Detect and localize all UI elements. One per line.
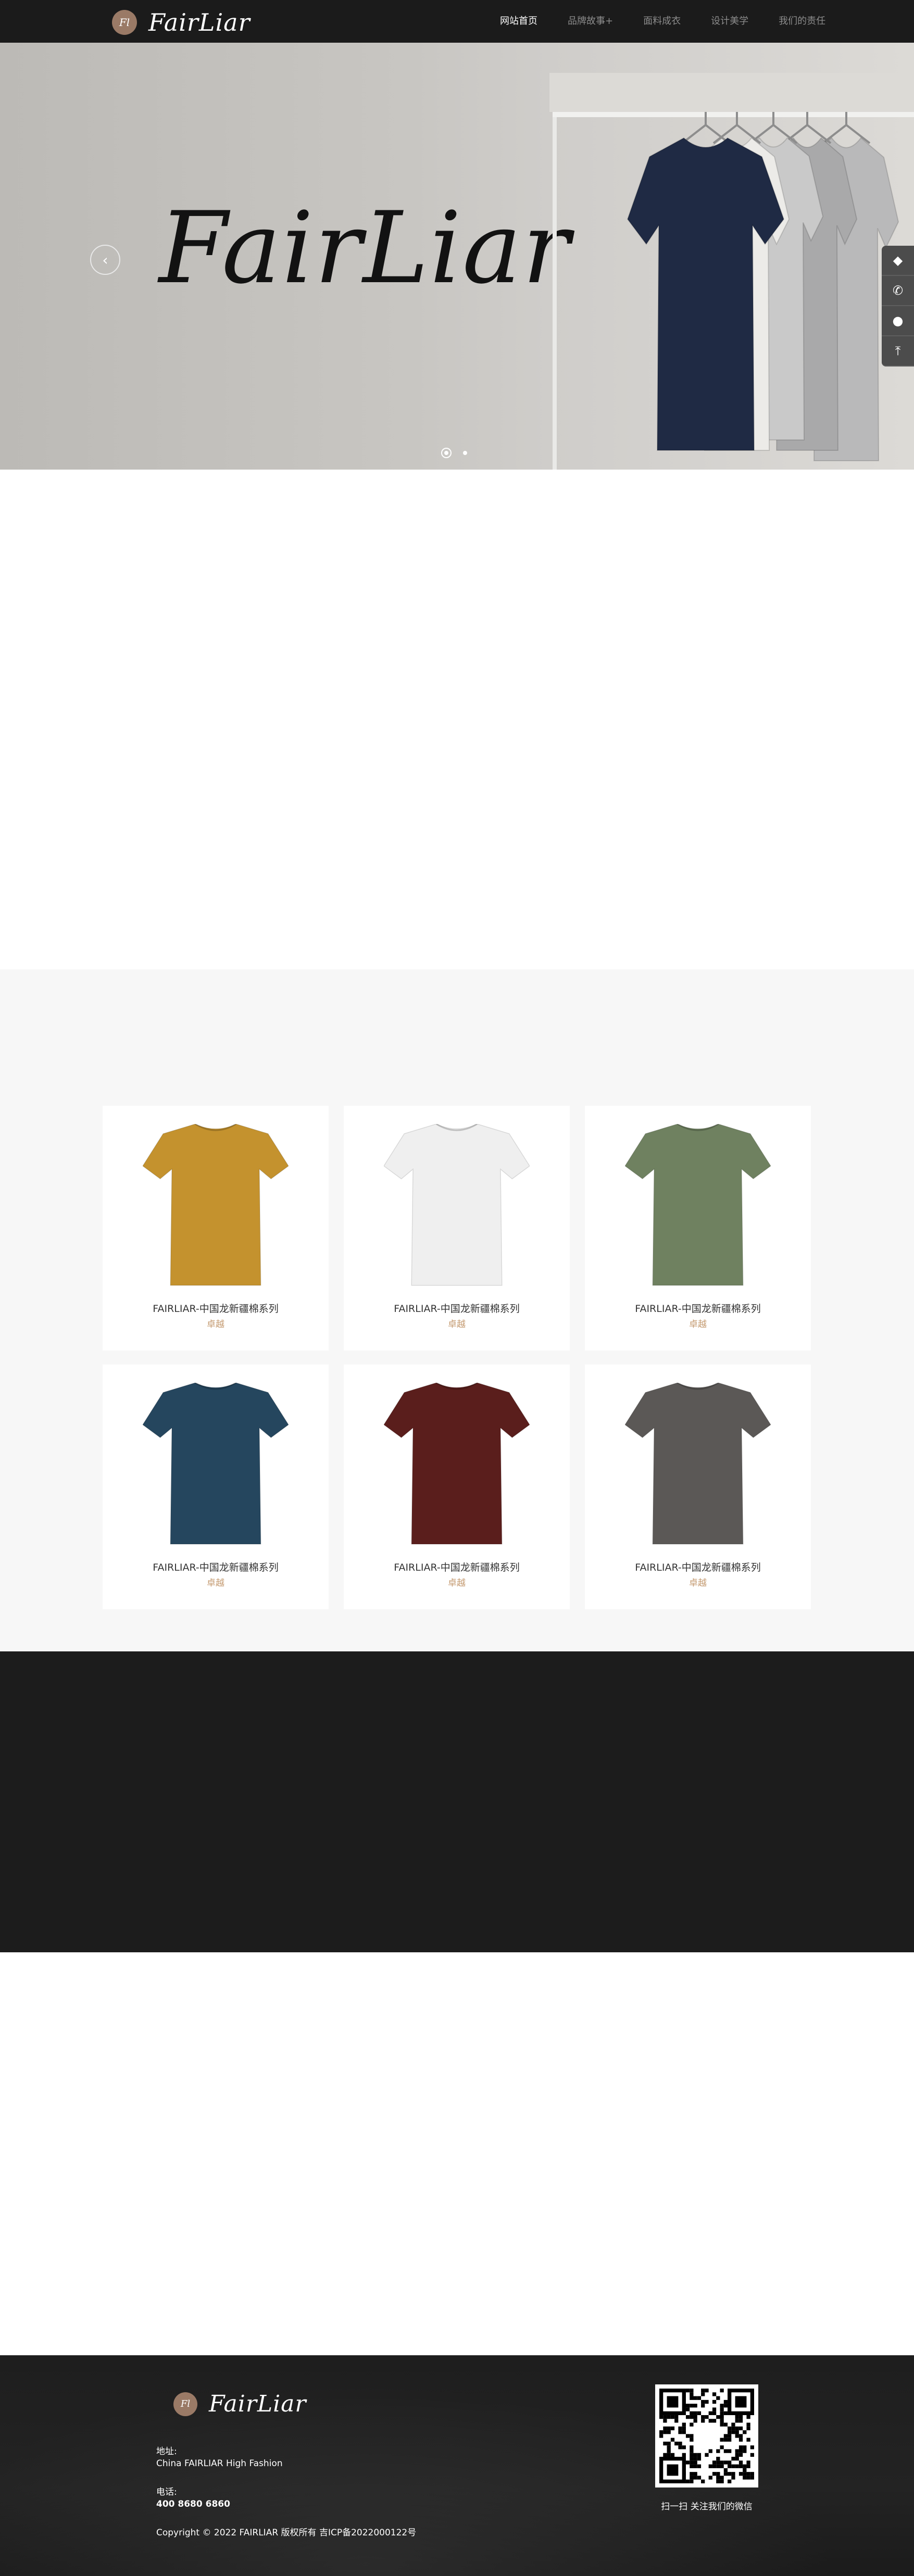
- address-label: 地址:: [156, 2446, 177, 2457]
- product-title[interactable]: FAIRLIAR-中国龙新疆棉系列: [103, 1560, 329, 1574]
- nav-item-2[interactable]: 品牌故事+: [568, 14, 613, 29]
- rack-wall-top: [549, 73, 914, 112]
- nav-item-1[interactable]: 网站首页: [500, 14, 537, 29]
- site-logo[interactable]: Fl FairLiar: [112, 8, 251, 36]
- product-title[interactable]: FAIRLIAR-中国龙新疆棉系列: [585, 1301, 811, 1315]
- phone-icon: ✆: [892, 283, 904, 298]
- nav-item-4[interactable]: 设计美学: [711, 14, 748, 29]
- hero-dot-1[interactable]: [441, 448, 452, 458]
- logo-wordmark: FairLiar: [148, 8, 251, 36]
- rack-bar: [553, 112, 914, 117]
- product-subtitle: 卓越: [448, 1578, 466, 1588]
- rack-pole-left: [553, 112, 557, 470]
- product-card[interactable]: FAIRLIAR-中国龙新疆棉系列卓越: [103, 1365, 329, 1609]
- product-section: FAIRLIAR-中国龙新疆棉系列 卓越 FAIRLIAR-中国龙新疆棉系列 卓越 FA…: [0, 969, 914, 1651]
- clothing-rack-image: [549, 73, 914, 470]
- dark-banner-section: [0, 1651, 914, 1952]
- back-to-top-icon: ⤒: [895, 344, 901, 358]
- hero-dot-2[interactable]: [463, 451, 467, 455]
- hero-prev-button[interactable]: ‹: [90, 245, 120, 275]
- footer-logo-wordmark: FairLiar: [209, 2391, 307, 2417]
- product-subtitle: 卓越: [689, 1319, 707, 1330]
- qr-caption: 扫一扫 关注我们的微信: [661, 2502, 753, 2512]
- footer-logo-badge-icon: Fl: [173, 2392, 197, 2416]
- product-image: [625, 1383, 771, 1545]
- footer-logo[interactable]: Fl FairLiar: [173, 2391, 306, 2417]
- product-image: [384, 1124, 530, 1286]
- wechat-button[interactable]: ●: [882, 306, 914, 336]
- qq-icon: ◆: [893, 253, 903, 268]
- qr-code-icon: [659, 2389, 754, 2483]
- product-grid: FAIRLIAR-中国龙新疆棉系列 卓越 FAIRLIAR-中国龙新疆棉系列 卓越 FA…: [103, 1106, 811, 1609]
- chevron-left-icon: ‹: [102, 251, 108, 269]
- copyright-text: Copyright © 2022 FAIRLIAR 版权所有 吉ICP备2022…: [156, 2528, 417, 2538]
- nav-item-3[interactable]: 面料成衣: [643, 14, 681, 29]
- product-image: [143, 1383, 289, 1545]
- phone-label: 电话:: [156, 2487, 177, 2497]
- footer-background-image: [0, 2355, 914, 2576]
- logo-badge-icon: Fl: [112, 10, 137, 35]
- product-subtitle: 卓越: [207, 1319, 224, 1330]
- product-image: [384, 1383, 530, 1545]
- product-title[interactable]: FAIRLIAR-中国龙新疆棉系列: [103, 1301, 329, 1315]
- footer: Fl FairLiar 地址: China FAIRLIAR High Fash…: [0, 2355, 914, 2576]
- product-title[interactable]: FAIRLIAR-中国龙新疆棉系列: [344, 1560, 570, 1574]
- phone-button[interactable]: ✆: [882, 276, 914, 306]
- product-card[interactable]: FAIRLIAR-中国龙新疆棉系列 卓越: [585, 1106, 811, 1350]
- hero-brand-title: FairLiar: [159, 191, 571, 306]
- hero-banner: FairLiar ‹: [0, 43, 914, 470]
- product-card[interactable]: FAIRLIAR-中国龙新疆棉系列卓越: [585, 1365, 811, 1609]
- product-subtitle: 卓越: [689, 1578, 707, 1588]
- wechat-qr-code: [655, 2384, 758, 2487]
- product-card[interactable]: FAIRLIAR-中国龙新疆棉系列 卓越: [344, 1106, 570, 1350]
- product-image: [143, 1124, 289, 1286]
- product-subtitle: 卓越: [207, 1578, 224, 1588]
- product-card[interactable]: FAIRLIAR-中国龙新疆棉系列 卓越: [103, 1106, 329, 1350]
- back-to-top-button[interactable]: ⤒: [882, 336, 914, 367]
- product-card[interactable]: FAIRLIAR-中国龙新疆棉系列卓越: [344, 1365, 570, 1609]
- hero-pagination: [441, 448, 467, 458]
- wechat-icon: ●: [892, 313, 904, 328]
- page: Fl FairLiar 网站首页 品牌故事+ 面料成衣 设计美学 我们的责任 FairL…: [0, 0, 914, 2576]
- address-value: China FAIRLIAR High Fashion: [156, 2458, 283, 2469]
- main-nav: 网站首页 品牌故事+ 面料成衣 设计美学 我们的责任: [500, 14, 856, 29]
- product-title[interactable]: FAIRLIAR-中国龙新疆棉系列: [344, 1301, 570, 1315]
- product-subtitle: 卓越: [448, 1319, 466, 1330]
- product-title[interactable]: FAIRLIAR-中国龙新疆棉系列: [585, 1560, 811, 1574]
- top-navbar: Fl FairLiar 网站首页 品牌故事+ 面料成衣 设计美学 我们的责任: [0, 0, 914, 43]
- qq-button[interactable]: ◆: [882, 246, 914, 276]
- phone-value: 400 8680 6860: [156, 2499, 230, 2509]
- nav-item-5[interactable]: 我们的责任: [779, 14, 825, 29]
- product-image: [625, 1124, 771, 1286]
- float-toolbar: ◆ ✆ ● ⤒: [882, 246, 914, 367]
